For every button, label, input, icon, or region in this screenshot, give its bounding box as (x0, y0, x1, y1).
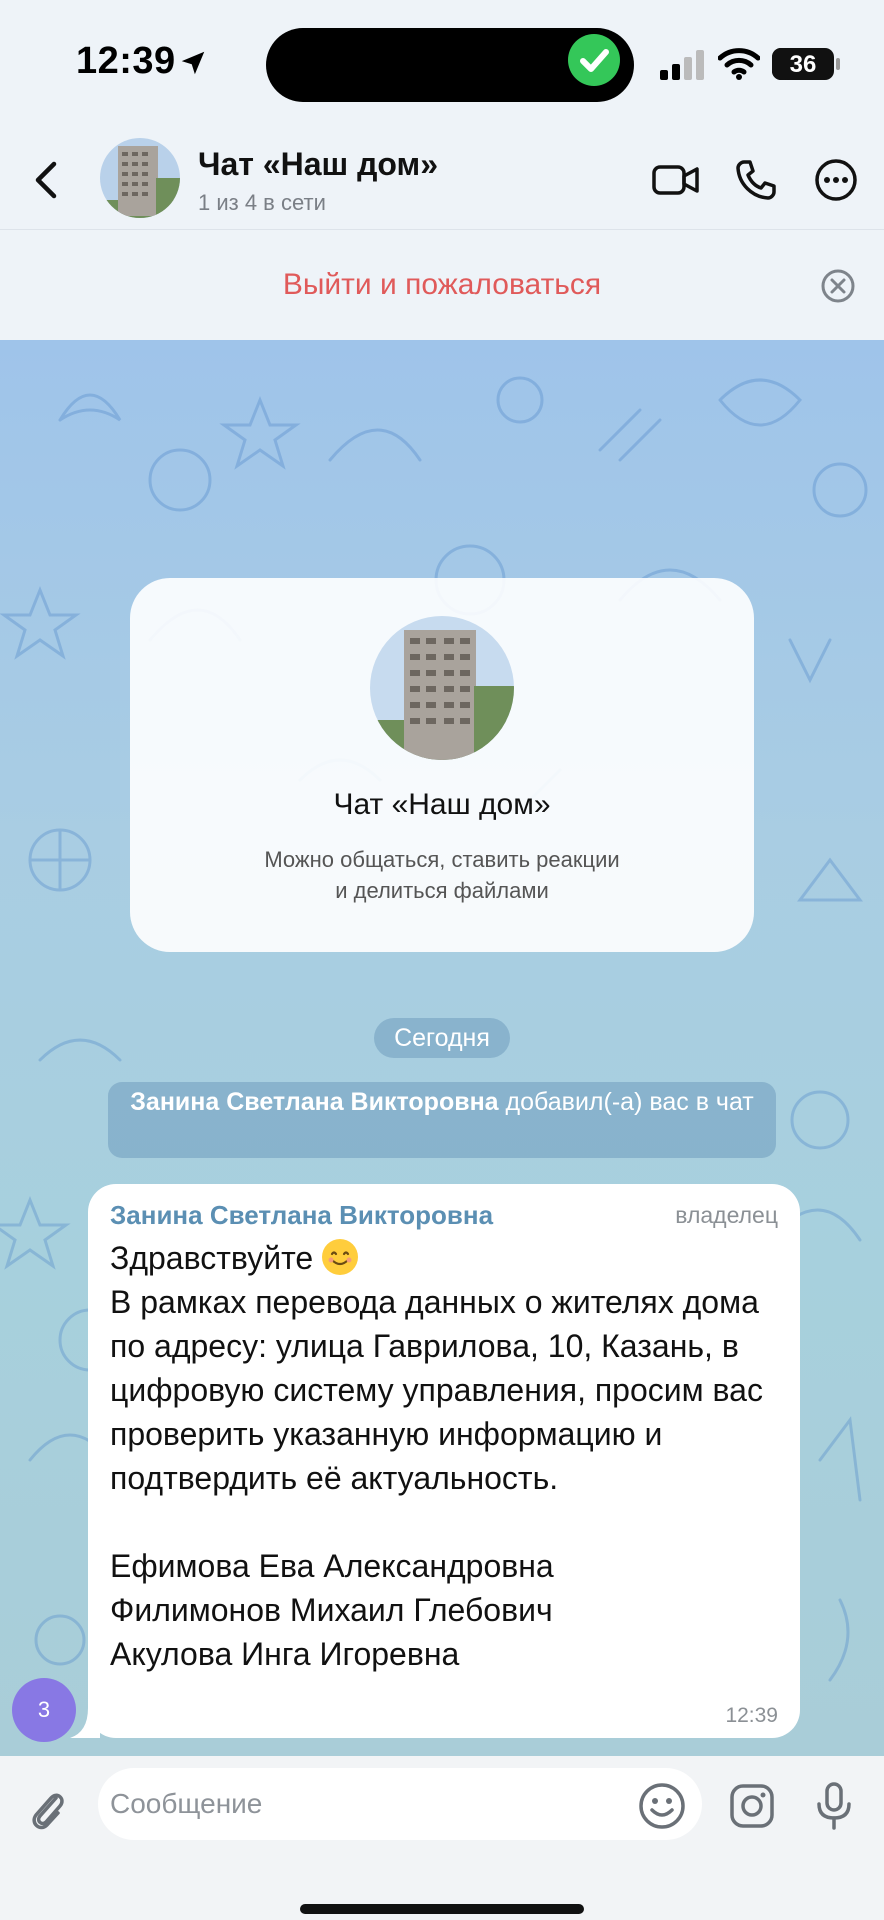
message-composer (0, 1756, 884, 1920)
paperclip-icon[interactable] (20, 1782, 76, 1838)
battery-cap (836, 58, 840, 70)
camera-icon[interactable] (724, 1778, 780, 1834)
smile-emoji-icon (322, 1239, 359, 1275)
battery-level: 36 (789, 51, 817, 78)
message-body: В рамках перевода данных о жителях дома … (110, 1284, 763, 1672)
microphone-icon[interactable] (806, 1778, 862, 1834)
close-circle-icon[interactable] (818, 266, 858, 306)
message-greeting: Здравствуйте (110, 1240, 323, 1276)
chat-info-description: Можно общаться, ставить реакции и делить… (130, 844, 754, 906)
emoji-icon[interactable] (636, 1780, 688, 1832)
video-call-icon (652, 165, 699, 195)
message-bubble[interactable]: Занина Светлана Викторовна владелец Здра… (88, 1184, 800, 1738)
chat-info-title: Чат «Наш дом» (333, 788, 551, 821)
report-bar: Выйти и пожаловаться (0, 230, 884, 340)
back-arrow-icon[interactable] (20, 152, 76, 208)
chat-title[interactable]: Чат «Наш дом» (198, 146, 438, 183)
chat-info-card: Чат «Наш дом» Можно общаться, ставить ре… (130, 578, 754, 952)
status-time: 12:39 (76, 40, 176, 82)
phone-icon (736, 160, 776, 200)
chat-info-desc-line2: и делиться файлами (335, 878, 549, 903)
chat-info-avatar[interactable] (370, 616, 514, 760)
wifi-icon (718, 48, 760, 80)
battery-icon: 36 (772, 48, 834, 80)
home-indicator (300, 1904, 584, 1914)
signal-icon (660, 50, 704, 80)
message-sender[interactable]: Занина Светлана Викторовна (110, 1200, 493, 1231)
location-arrow-icon (181, 51, 205, 75)
system-message-name[interactable]: Занина Светлана Викторовна (130, 1088, 498, 1116)
system-message: Занина Светлана Викторовна добавил(-а) в… (108, 1082, 776, 1158)
online-status: 1 из 4 в сети (198, 190, 326, 215)
date-separator: Сегодня (374, 1018, 510, 1058)
sender-role: владелец (675, 1202, 778, 1228)
message-input[interactable] (98, 1768, 702, 1840)
chat-avatar[interactable] (100, 138, 180, 218)
video-call-button[interactable] (646, 150, 706, 210)
message-time: 12:39 (725, 1704, 778, 1727)
chat-info-desc-line1: Можно общаться, ставить реакции (264, 847, 620, 872)
more-icon (815, 159, 857, 201)
more-button[interactable] (806, 150, 866, 210)
leave-and-report-button[interactable]: Выйти и пожаловаться (0, 268, 884, 302)
message-text: Здравствуйте В рамках перевода данных о … (110, 1236, 782, 1676)
chat-header: Чат «Наш дом» 1 из 4 в сети (0, 130, 884, 230)
status-bar: 12:39 36 (0, 0, 884, 130)
check-icon (568, 34, 620, 86)
unread-badge[interactable]: 3 (12, 1678, 76, 1742)
system-message-text: добавил(-а) вас в чат (498, 1088, 754, 1116)
call-button[interactable] (726, 150, 786, 210)
